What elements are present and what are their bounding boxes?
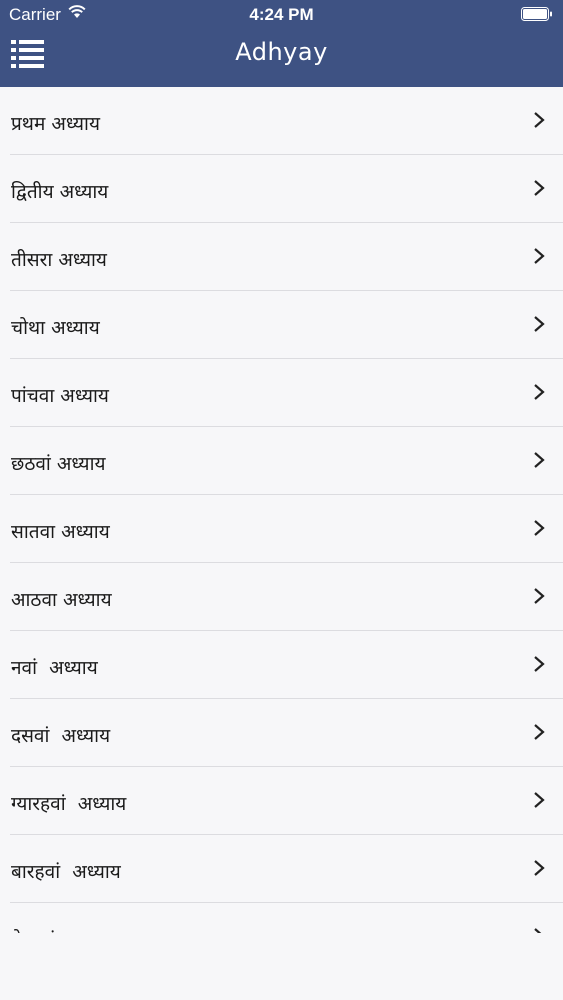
chapter-label: पांचवा अध्याय (11, 385, 109, 407)
chapter-label: बारहवां अध्याय (11, 861, 121, 883)
chevron-right-icon (534, 520, 545, 536)
chapter-label: छठवां अध्याय (11, 453, 106, 475)
bottom-empty-area (0, 933, 563, 1000)
chapter-list: प्रथम अध्याय द्वितीय अध्याय तीसरा अध्याय चो… (0, 87, 563, 933)
chapter-row[interactable]: सातवा अध्याय (0, 495, 563, 563)
chevron-right-icon (534, 452, 545, 468)
page-title: Adhyay (235, 38, 328, 66)
chapter-label: ग्यारहवां अध्याय (11, 793, 127, 815)
status-time: 4:24 PM (249, 5, 314, 24)
chapter-row[interactable]: दसवां अध्याय (0, 699, 563, 767)
chapter-row[interactable]: तीसरा अध्याय (0, 223, 563, 291)
chevron-right-icon (534, 316, 545, 332)
chapter-row[interactable]: द्वितीय अध्याय (0, 155, 563, 223)
navigation-header: Carrier 4:24 PM Adhyay (0, 0, 563, 87)
chapter-row[interactable]: छठवां अध्याय (0, 427, 563, 495)
chevron-right-icon (534, 588, 545, 604)
chapter-label: चोथा अध्याय (11, 317, 100, 339)
chapter-row[interactable]: तेरहवां अध्याय (0, 903, 563, 933)
chevron-right-icon (534, 112, 545, 128)
chapter-label: दसवां अध्याय (11, 725, 111, 747)
chapter-row[interactable]: ग्यारहवां अध्याय (0, 767, 563, 835)
chevron-right-icon (534, 724, 545, 740)
chapter-row[interactable]: नवां अध्याय (0, 631, 563, 699)
chevron-right-icon (534, 792, 545, 808)
chevron-right-icon (534, 384, 545, 400)
battery-icon (521, 7, 552, 21)
chapter-label: आठवा अध्याय (11, 589, 112, 611)
chapter-label: नवां अध्याय (11, 657, 98, 679)
status-bar: Carrier 4:24 PM (0, 0, 563, 28)
chapter-label: तीसरा अध्याय (11, 249, 107, 271)
chevron-right-icon (534, 860, 545, 876)
chapter-label: सातवा अध्याय (11, 521, 110, 543)
chapter-row[interactable]: चोथा अध्याय (0, 291, 563, 359)
chevron-right-icon (534, 248, 545, 264)
chevron-right-icon (534, 180, 545, 196)
chapter-row[interactable]: आठवा अध्याय (0, 563, 563, 631)
chapter-label: प्रथम अध्याय (11, 113, 100, 135)
chapter-label: तेरहवां अध्याय (11, 926, 116, 933)
chapter-row[interactable]: प्रथम अध्याय (0, 87, 563, 155)
chevron-right-icon (534, 656, 545, 672)
chapter-row[interactable]: पांचवा अध्याय (0, 359, 563, 427)
chapter-label: द्वितीय अध्याय (11, 181, 109, 203)
chapter-row[interactable]: बारहवां अध्याय (0, 835, 563, 903)
